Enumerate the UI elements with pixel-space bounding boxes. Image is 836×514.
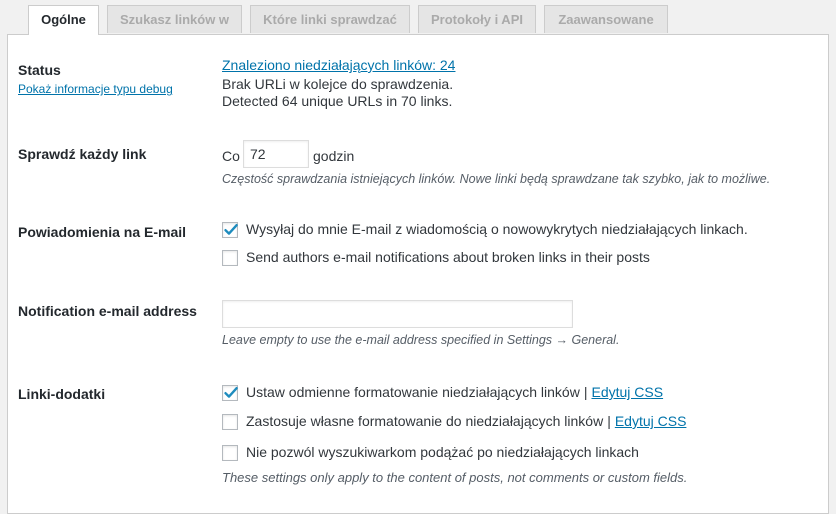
separator: | xyxy=(583,384,588,400)
queue-status: Brak URLi w kolejce do sprawdzenia. xyxy=(222,76,454,92)
broken-links-link[interactable]: Znaleziono niedziałających linków: 24 xyxy=(222,57,455,73)
check-interval-input[interactable] xyxy=(243,140,309,168)
notify-authors-label: Send authors e-mail notifications about … xyxy=(246,249,650,265)
tab-advanced[interactable]: Zaawansowane xyxy=(544,5,668,33)
settings-tabs: Ogólne Szukasz linków w Które linki spra… xyxy=(0,0,836,35)
notify-me-checkbox[interactable] xyxy=(222,222,238,238)
link-tweaks-label: Linki-dodatki xyxy=(18,386,106,402)
link-tweaks-description: These settings only apply to the content… xyxy=(222,470,688,485)
removed-link-style-text: Zastosuje własne formatowanie do niedzia… xyxy=(246,413,604,429)
check-every-prefix: Co xyxy=(222,148,240,164)
broken-link-style-checkbox[interactable] xyxy=(222,385,238,401)
status-label: Status xyxy=(18,62,61,78)
notify-authors-checkbox[interactable] xyxy=(222,250,238,266)
removed-link-style-label: Zastosuje własne formatowanie do niedzia… xyxy=(246,413,686,429)
edit-removed-css-link[interactable]: Edytuj CSS xyxy=(615,413,687,429)
notification-email-input[interactable] xyxy=(222,300,573,328)
broken-links-count[interactable]: Znaleziono niedziałających linków: 24 xyxy=(222,57,455,73)
tab-which-links-to-check[interactable]: Które linki sprawdzać xyxy=(250,5,410,33)
tab-protocols-and-api[interactable]: Protokoły i API xyxy=(418,5,536,33)
tab-general[interactable]: Ogólne xyxy=(28,5,99,35)
tab-look-for-links-in[interactable]: Szukasz linków w xyxy=(107,5,242,33)
separator: | xyxy=(607,413,611,429)
notify-me-label: Wysyłaj do mnie E-mail z wiadomością o n… xyxy=(246,221,748,237)
removed-link-style-checkbox[interactable] xyxy=(222,414,238,430)
checkmark-icon xyxy=(224,387,238,398)
checkmark-icon xyxy=(224,224,238,235)
nofollow-label: Nie pozwól wyszukiwarkom podążać po nied… xyxy=(246,444,639,460)
show-debug-info-link[interactable]: Pokaż informacje typu debug xyxy=(18,82,173,96)
check-every-suffix: godzin xyxy=(313,148,355,164)
notification-email-label: Notification e-mail address xyxy=(18,303,197,319)
broken-link-style-text: Ustaw odmienne formatowanie niedziałając… xyxy=(246,384,580,400)
check-every-description: Częstość sprawdzania istniejących linków… xyxy=(222,172,771,186)
broken-link-style-label: Ustaw odmienne formatowanie niedziałając… xyxy=(246,384,663,400)
edit-broken-css-link[interactable]: Edytuj CSS xyxy=(591,384,663,400)
nofollow-checkbox[interactable] xyxy=(222,445,238,461)
detected-urls: Detected 64 unique URLs in 70 links. xyxy=(222,93,453,109)
notification-email-description: Leave empty to use the e-mail address sp… xyxy=(222,333,620,347)
email-notifications-label: Powiadomienia na E-mail xyxy=(18,224,187,240)
check-every-label: Sprawdź każdy link xyxy=(18,146,147,162)
